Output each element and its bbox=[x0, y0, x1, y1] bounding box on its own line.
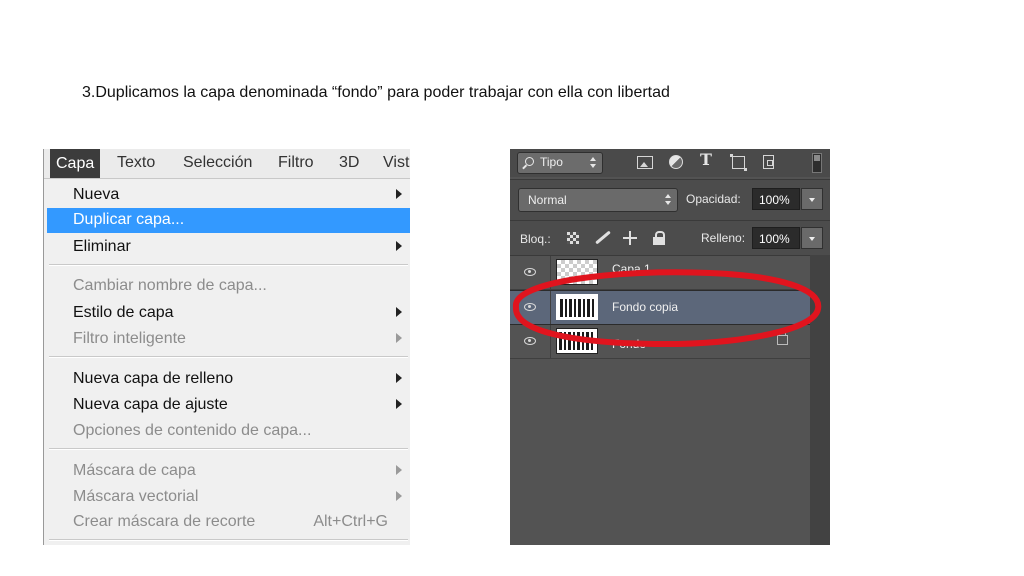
menu-item-label: Nueva bbox=[73, 186, 120, 203]
lock-label: Bloq.: bbox=[520, 232, 551, 246]
menubar-item-seleccion[interactable]: Selección bbox=[183, 154, 252, 172]
fill-label: Relleno: bbox=[701, 231, 746, 245]
submenu-arrow-icon bbox=[396, 465, 402, 475]
search-icon bbox=[525, 157, 534, 166]
submenu-arrow-icon bbox=[396, 333, 402, 343]
blend-opacity-row: Normal Opacidad: 100% bbox=[510, 179, 830, 220]
menu-separator bbox=[49, 356, 408, 358]
fill-dropdown-button[interactable] bbox=[801, 227, 823, 249]
menu-separator bbox=[49, 264, 408, 266]
menu-item-label: Nueva capa de ajuste bbox=[73, 396, 228, 413]
menu-item-label: Máscara de capa bbox=[73, 462, 196, 479]
lock-position-icon[interactable] bbox=[623, 231, 637, 245]
lock-all-icon[interactable] bbox=[652, 231, 666, 245]
submenu-arrow-icon bbox=[396, 307, 402, 317]
fill-value: 100% bbox=[759, 232, 790, 246]
submenu-arrow-icon bbox=[396, 373, 402, 383]
layer-name: Fondo copia bbox=[612, 300, 679, 314]
layer-menu-screenshot: Capa Texto Selección Filtro 3D Vist Nuev… bbox=[43, 149, 410, 545]
submenu-arrow-icon bbox=[396, 399, 402, 409]
menubar-item-vista[interactable]: Vist bbox=[383, 154, 409, 172]
opacity-label: Opacidad: bbox=[686, 192, 741, 206]
type-filter-icon[interactable]: T bbox=[698, 152, 714, 168]
submenu-arrow-icon bbox=[396, 189, 402, 199]
menu-item-label: Filtro inteligente bbox=[73, 330, 186, 347]
lock-fill-row: Bloq.: Relleno: 100% bbox=[510, 220, 830, 255]
eye-icon[interactable] bbox=[524, 268, 536, 276]
menubar-item-filtro[interactable]: Filtro bbox=[278, 154, 314, 172]
menubar-item-3d[interactable]: 3D bbox=[339, 154, 359, 172]
menu-bar: Capa Texto Selección Filtro 3D Vist bbox=[44, 149, 410, 179]
menu-item-filtro-inteligente[interactable]: Filtro inteligente bbox=[47, 327, 410, 352]
smart-object-filter-icon[interactable] bbox=[763, 155, 774, 169]
fill-field[interactable]: 100% bbox=[752, 227, 800, 249]
layer-list: Capa 1 Fondo copia Fondo bbox=[510, 255, 810, 545]
submenu-arrow-icon bbox=[396, 491, 402, 501]
menu-item-duplicar-capa[interactable]: Duplicar capa... bbox=[47, 208, 410, 233]
shape-filter-icon[interactable] bbox=[730, 154, 747, 171]
menu-item-label: Duplicar capa... bbox=[73, 211, 185, 228]
menu-item-nueva-capa-ajuste[interactable]: Nueva capa de ajuste bbox=[47, 393, 410, 418]
layer-thumbnail bbox=[556, 328, 598, 354]
menu-item-label: Crear máscara de recorte bbox=[73, 513, 256, 530]
menu-item-mascara-vectorial[interactable]: Máscara vectorial bbox=[47, 485, 410, 510]
image-filter-icon[interactable] bbox=[637, 156, 653, 169]
layer-row-fondo[interactable]: Fondo bbox=[510, 325, 810, 359]
menu-item-label: Estilo de capa bbox=[73, 304, 174, 321]
filter-kind-label: Tipo bbox=[540, 155, 563, 169]
menu-separator bbox=[49, 539, 408, 541]
eye-icon[interactable] bbox=[524, 303, 536, 311]
menu-item-label: Nueva capa de relleno bbox=[73, 370, 234, 387]
menubar-item-capa[interactable]: Capa bbox=[50, 149, 101, 178]
lock-image-pixels-icon[interactable] bbox=[592, 231, 610, 245]
updown-arrows-icon bbox=[590, 157, 596, 168]
visibility-divider bbox=[550, 291, 551, 324]
layer-row-fondo-copia[interactable]: Fondo copia bbox=[510, 290, 810, 325]
visibility-divider bbox=[550, 256, 551, 289]
menu-item-cambiar-nombre[interactable]: Cambiar nombre de capa... bbox=[47, 274, 410, 299]
lock-icon bbox=[777, 331, 788, 345]
opacity-field[interactable]: 100% bbox=[752, 188, 800, 210]
eye-icon[interactable] bbox=[524, 337, 536, 345]
menu-item-nueva[interactable]: Nueva bbox=[47, 183, 410, 208]
menu-item-label: Opciones de contenido de capa... bbox=[73, 422, 312, 439]
filter-toggle-switch[interactable] bbox=[812, 153, 822, 173]
layer-thumbnail bbox=[556, 294, 598, 320]
layer-thumbnail bbox=[556, 259, 598, 285]
slide-title: 3.Duplicamos la capa denominada “fondo” … bbox=[82, 84, 670, 101]
menu-separator bbox=[49, 448, 408, 450]
menubar-item-texto[interactable]: Texto bbox=[117, 154, 155, 172]
layer-name: Capa 1 bbox=[612, 262, 651, 276]
menu-item-estilo-de-capa[interactable]: Estilo de capa bbox=[47, 301, 410, 326]
menu-item-nueva-capa-relleno[interactable]: Nueva capa de relleno bbox=[47, 367, 410, 392]
menu-item-label: Eliminar bbox=[73, 238, 131, 255]
menu-item-label: Máscara vectorial bbox=[73, 488, 199, 505]
menu-item-eliminar[interactable]: Eliminar bbox=[47, 235, 410, 260]
opacity-value: 100% bbox=[759, 193, 790, 207]
layer-row-capa-1[interactable]: Capa 1 bbox=[510, 256, 810, 290]
layer-list-scrollbar[interactable] bbox=[810, 255, 830, 545]
adjustment-filter-icon[interactable] bbox=[669, 155, 683, 169]
submenu-arrow-icon bbox=[396, 241, 402, 251]
menu-item-opciones-contenido[interactable]: Opciones de contenido de capa... bbox=[47, 419, 410, 444]
visibility-divider bbox=[550, 325, 551, 358]
opacity-dropdown-button[interactable] bbox=[801, 188, 823, 210]
layer-name: Fondo bbox=[612, 337, 647, 351]
layer-filter-bar: Tipo T bbox=[510, 149, 830, 177]
capa-dropdown-menu: Nueva Duplicar capa... Eliminar Cambiar … bbox=[47, 179, 410, 545]
layers-panel-screenshot: Tipo T Normal Opacidad: 100% Bloq.: Rell… bbox=[510, 149, 830, 545]
blend-mode-select[interactable]: Normal bbox=[518, 188, 678, 212]
lock-transparent-pixels-icon[interactable] bbox=[567, 232, 579, 244]
menu-item-shortcut: Alt+Ctrl+G bbox=[313, 513, 388, 530]
updown-arrows-icon bbox=[665, 194, 671, 205]
filter-kind-select[interactable]: Tipo bbox=[517, 152, 603, 174]
menu-item-label: Cambiar nombre de capa... bbox=[73, 277, 267, 294]
menu-item-mascara-capa[interactable]: Máscara de capa bbox=[47, 459, 410, 484]
blend-mode-value: Normal bbox=[528, 193, 567, 207]
menu-item-crear-mascara-recorte[interactable]: Crear máscara de recorte Alt+Ctrl+G bbox=[47, 510, 410, 535]
